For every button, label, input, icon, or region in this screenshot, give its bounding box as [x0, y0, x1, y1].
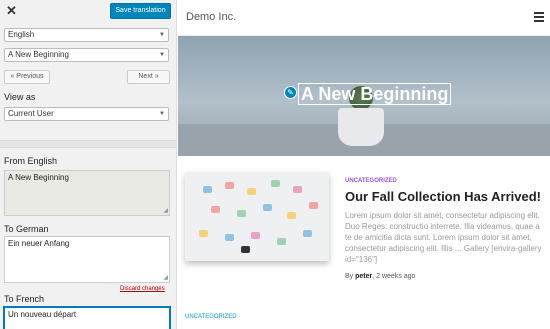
next-post-category[interactable]: UNCATEGORIZED	[185, 314, 237, 320]
post-meta: By peter, 2 weeks ago	[345, 273, 545, 280]
hero-title[interactable]: A New Beginning	[298, 83, 452, 105]
panel-controls: ✕ Save translation English ▼ A New Begin…	[0, 0, 176, 140]
language-select[interactable]: English ▼	[4, 28, 169, 42]
source-text-value: A New Beginning	[8, 173, 69, 182]
post-category[interactable]: UNCATEGORIZED	[345, 178, 545, 184]
language-select-value: English	[8, 30, 35, 39]
site-title[interactable]: Demo Inc.	[186, 11, 236, 23]
source-text-field: A New Beginning ◢	[4, 170, 170, 216]
post-date: , 2 weeks ago	[372, 273, 416, 280]
site-preview: Demo Inc. ✎ A New Beginning UNCATEGORIZE…	[178, 0, 550, 329]
string-select-value: A New Beginning	[8, 50, 69, 59]
pot-image	[338, 108, 384, 146]
next-button[interactable]: Next »	[127, 70, 170, 84]
view-as-select-value: Current User	[8, 109, 54, 118]
german-translation-value: Ein neuer Anfang	[8, 239, 70, 248]
post-thumbnail[interactable]	[185, 172, 329, 261]
post-author[interactable]: peter	[355, 273, 372, 280]
menu-icon[interactable]	[534, 12, 544, 24]
chevron-down-icon: ▼	[159, 111, 165, 117]
panel-divider	[0, 140, 176, 148]
chevron-down-icon: ▼	[159, 52, 165, 58]
post-summary: UNCATEGORIZED Our Fall Collection Has Ar…	[345, 178, 545, 280]
save-translation-button[interactable]: Save translation	[110, 3, 171, 19]
meta-prefix: By	[345, 273, 356, 280]
string-select[interactable]: A New Beginning ▼	[4, 48, 169, 62]
close-icon[interactable]: ✕	[6, 3, 17, 19]
to-german-label: To German	[4, 224, 49, 234]
chevron-down-icon: ▼	[159, 32, 165, 38]
hero-banner: ✎ A New Beginning	[178, 36, 550, 156]
to-french-label: To French	[4, 294, 45, 304]
german-translation-field[interactable]: Ein neuer Anfang ◢	[4, 236, 170, 283]
pencil-icon[interactable]: ✎	[284, 86, 297, 99]
view-as-label: View as	[4, 92, 36, 102]
french-translation-field[interactable]: Un nouveau départ	[4, 307, 170, 329]
resize-handle-icon: ◢	[163, 208, 168, 214]
previous-button[interactable]: « Previous	[4, 70, 50, 84]
translation-panel: ✕ Save translation English ▼ A New Begin…	[0, 0, 177, 329]
site-header: Demo Inc.	[178, 0, 550, 36]
post-excerpt: Lorem ipsum dolor sit amet, consectetur …	[345, 211, 542, 264]
from-english-label: From English	[4, 156, 58, 166]
french-translation-value: Un nouveau départ	[8, 310, 77, 319]
view-as-select[interactable]: Current User ▼	[4, 107, 169, 121]
discard-changes-link[interactable]: Discard changes	[120, 286, 165, 292]
resize-handle-icon[interactable]: ◢	[163, 274, 168, 281]
post-title[interactable]: Our Fall Collection Has Arrived!	[345, 189, 545, 204]
